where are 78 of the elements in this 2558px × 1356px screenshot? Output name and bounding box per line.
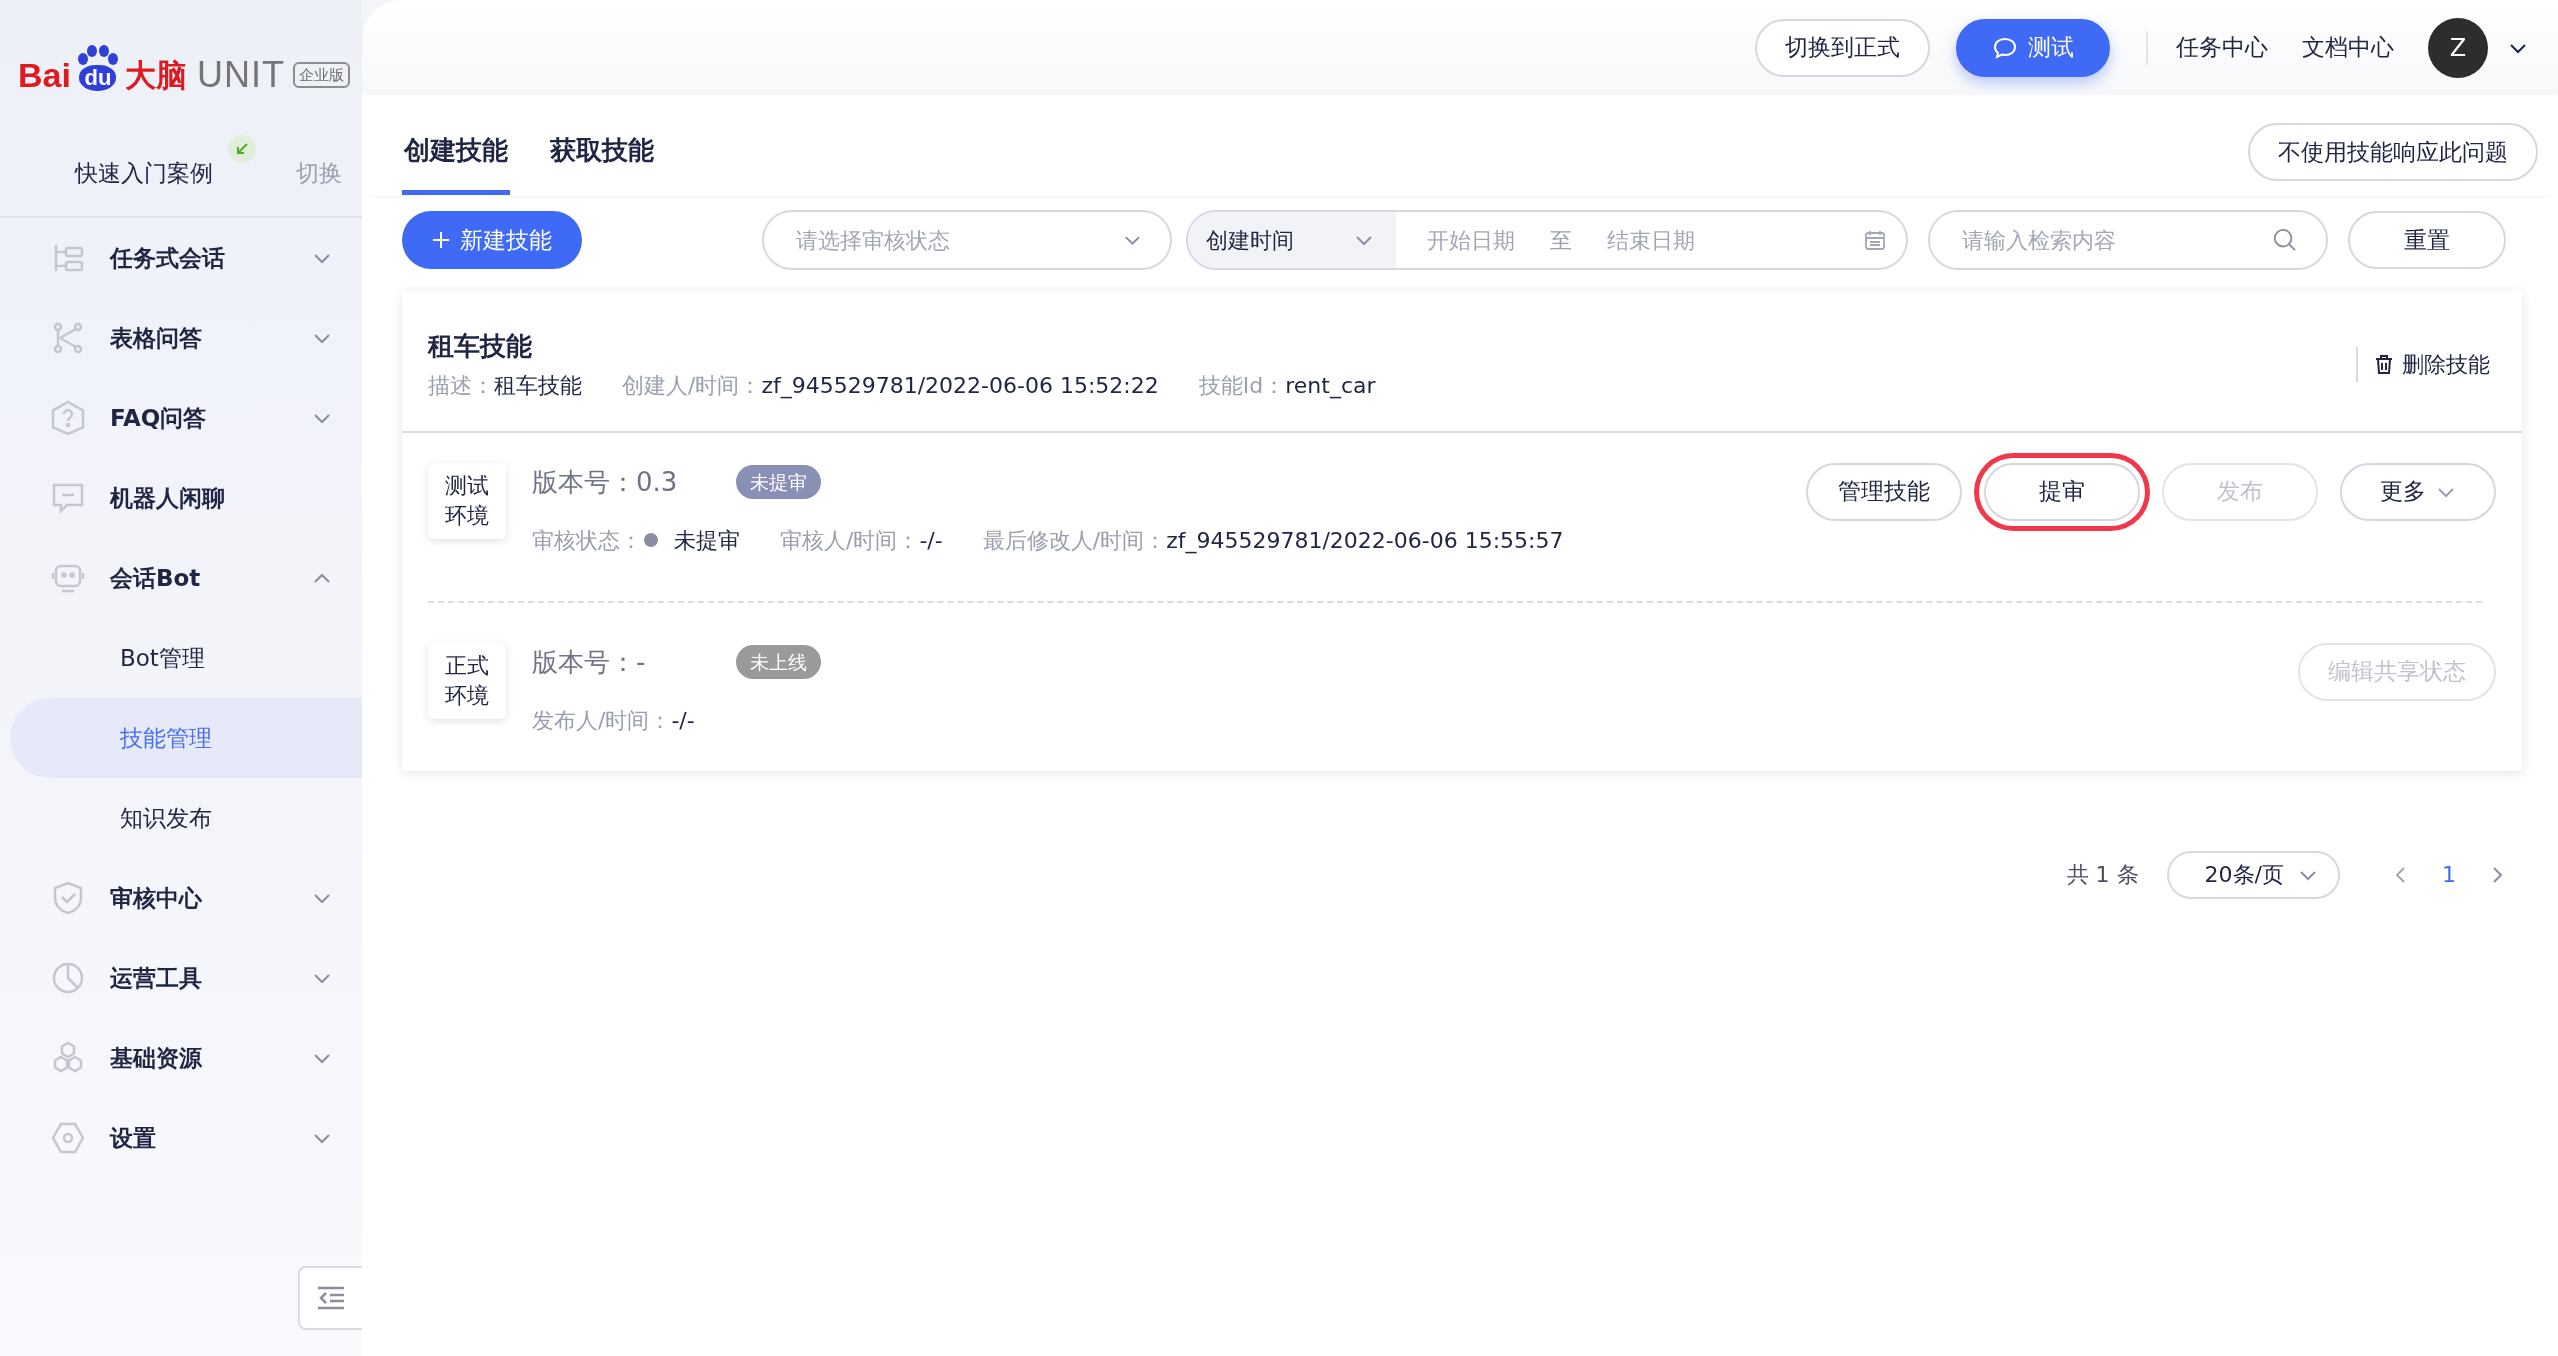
logo-text: UNIT [196, 53, 285, 97]
chevron-left-icon [2394, 865, 2406, 884]
meta-label: 描述： [428, 373, 494, 398]
version-label: 版本号： [532, 645, 636, 679]
sidebar-item[interactable]: 任务式会话 [110, 240, 312, 276]
sidebar-item[interactable]: 审核中心 [110, 880, 312, 916]
sidebar-item[interactable]: 表格问答 [110, 320, 312, 356]
environment-tag: 正式环境 [428, 642, 506, 719]
tab[interactable]: 创建技能 [402, 131, 510, 195]
sidebar-item[interactable]: 运营工具 [110, 960, 312, 996]
logo-text: 大脑 [124, 55, 187, 95]
quick-start-label[interactable]: 快速入门案例 [75, 155, 213, 191]
status-dot [644, 533, 658, 547]
field-value: 未提审 [674, 526, 740, 555]
total-count: 共 1 条 [2066, 861, 2139, 889]
pie-icon [50, 960, 86, 996]
chevron-right-icon [2492, 865, 2504, 884]
header-link[interactable]: 文档中心 [2302, 30, 2394, 65]
edition-badge: 企业版 [292, 61, 350, 89]
sidebar-item[interactable]: FAQ问答 [110, 400, 312, 436]
test-button[interactable]: 测试 [1956, 18, 2110, 77]
header-link[interactable]: 任务中心 [2176, 30, 2268, 65]
meta-value: zf_945529781/2022-06-06 15:52:22 [761, 373, 1159, 398]
new-skill-button[interactable]: 新建技能 [402, 211, 582, 269]
sidebar-subitem[interactable]: Bot管理 [10, 618, 362, 698]
plus-icon [432, 231, 450, 249]
no-skill-button[interactable]: 不使用技能响应此问题 [2248, 123, 2538, 181]
page-button[interactable]: 1 [2424, 858, 2474, 891]
reset-button[interactable]: 重置 [2348, 211, 2506, 269]
status-select[interactable]: 请选择审核状态 [762, 210, 1172, 270]
start-date-input[interactable]: 开始日期 [1406, 222, 1536, 258]
meta-label: 技能Id： [1198, 373, 1286, 398]
sidebar-item[interactable]: 基础资源 [110, 1040, 312, 1076]
calendar-icon [1864, 229, 1886, 251]
sidebar-item[interactable]: 机器人闲聊 [110, 480, 332, 516]
search-field[interactable]: 请输入检索内容 [1960, 222, 2273, 258]
meta-value: rent_car [1285, 373, 1376, 398]
search-field[interactable]: 请输入检索内容 [1928, 210, 2328, 270]
settings-icon [50, 1120, 86, 1156]
status-badge: 未提审 [736, 464, 821, 500]
sidebar-subitem[interactable]: 技能管理 [10, 698, 362, 778]
meta-value: 租车技能 [494, 373, 582, 398]
status-badge: 未上线 [736, 644, 821, 680]
collapse-button[interactable] [298, 1266, 362, 1330]
help-icon [50, 400, 86, 436]
field-value: -/- [919, 526, 943, 555]
logo-text: Bai [18, 54, 71, 96]
end-date-input[interactable]: 结束日期 [1586, 222, 1716, 258]
field-label: 审核状态： [532, 526, 642, 555]
environment-tag: 测试环境 [428, 462, 506, 539]
field-label: 审核人/时间： [780, 526, 920, 555]
search-icon [2272, 226, 2298, 254]
field-value: -/- [671, 706, 695, 735]
field-value: zf_945529781/2022-06-06 15:55:57 [1166, 526, 1564, 556]
page-size-select[interactable]: 20条/页 [2166, 850, 2340, 899]
status-select[interactable]: 请选择审核状态 [794, 222, 1124, 258]
chat-icon [1992, 35, 2018, 60]
collapse-icon [316, 1285, 346, 1311]
field-label: 发布人/时间： [532, 706, 672, 735]
delete-skill-button[interactable]: 删除技能 [2356, 347, 2496, 383]
more-button[interactable]: 更多 [2340, 462, 2496, 521]
version-label: 版本号： [532, 465, 636, 499]
action-button[interactable]: 管理技能 [1806, 462, 1962, 521]
field-label: 最后修改人/时间： [982, 526, 1167, 555]
tab[interactable]: 获取技能 [548, 131, 656, 195]
skill-title: 租车技能 [428, 330, 533, 363]
version-value: - [636, 645, 647, 679]
date-range-field[interactable]: 创建时间 开始日期 至 结束日期 [1186, 210, 1908, 270]
logo-text: du [79, 65, 117, 91]
meta-label: 创建人/时间： [622, 373, 762, 398]
trash-icon [2374, 354, 2394, 376]
switch-button[interactable]: 切换到正式 [1755, 18, 1930, 77]
sidebar-subitem[interactable]: 知识发布 [10, 778, 362, 858]
sidebar-item[interactable]: 会话Bot [110, 560, 312, 596]
user-avatar[interactable]: Z [2428, 17, 2488, 78]
range-separator: 至 [1550, 226, 1572, 255]
version-value: 0.3 [636, 465, 679, 499]
sidebar-item[interactable]: 设置 [110, 1120, 312, 1156]
